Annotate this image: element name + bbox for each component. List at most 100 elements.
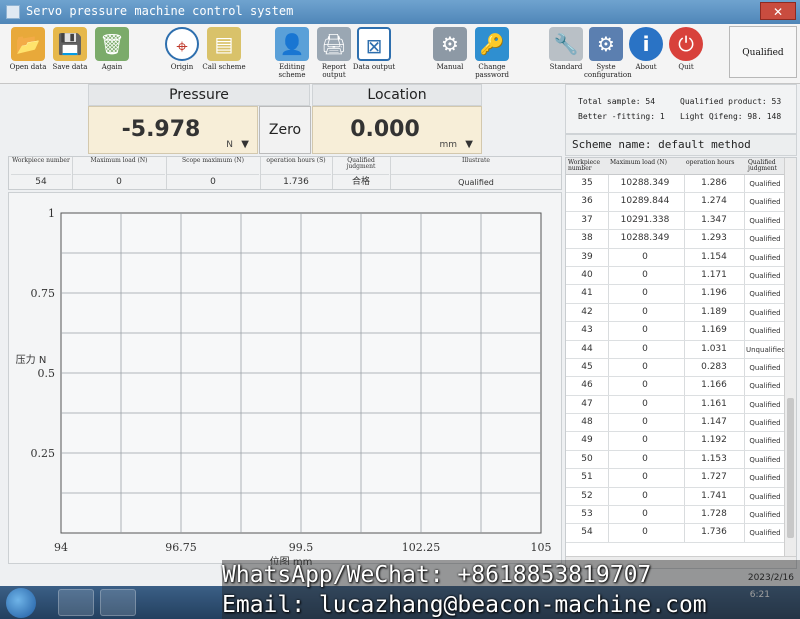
- history-cell: Qualified: [749, 198, 781, 207]
- history-row[interactable]: 37 10291.338 1.347 Qualified: [566, 211, 784, 231]
- again-button[interactable]: 🗑 Again: [90, 26, 134, 82]
- history-row[interactable]: 52 0 1.741 Qualified: [566, 487, 784, 507]
- history-row[interactable]: 39 0 1.154 Qualified: [566, 248, 784, 267]
- history-cell: 0: [642, 435, 648, 446]
- toolbar: 📂 Open data 💾 Save data 🗑 Again ⌖ Origin…: [0, 24, 800, 84]
- taskbar-app-explorer[interactable]: [58, 589, 94, 616]
- summary-panel: Total sample: 54 Qualified product: 53 B…: [565, 84, 797, 134]
- manual-label: Manual: [436, 63, 464, 71]
- history-row[interactable]: 35 10288.349 1.286 Qualified: [566, 175, 784, 194]
- history-row[interactable]: 36 10289.844 1.274 Qualified: [566, 193, 784, 212]
- contact-overlay-text: WhatsApp/WeChat: +8618853819707: [222, 562, 652, 588]
- history-row[interactable]: 50 0 1.153 Qualified: [566, 450, 784, 470]
- history-cell: 43: [581, 325, 593, 336]
- app-window: Servo pressure machine control system ✕ …: [0, 0, 800, 619]
- report-output-button[interactable]: 🖨 Report output: [312, 26, 356, 82]
- history-cell: 1.347: [701, 214, 727, 225]
- history-cell: 1.031: [701, 343, 727, 354]
- history-row[interactable]: 45 0 0.283 Qualified: [566, 358, 784, 378]
- history-cell: 1.171: [701, 269, 727, 280]
- editing-scheme-button[interactable]: 👤 Editing scheme: [270, 26, 314, 82]
- history-row[interactable]: 54 0 1.736 Qualified: [566, 524, 784, 543]
- history-cell: 44: [581, 343, 593, 354]
- system-configuration-button[interactable]: ⚙ Syste configuration: [584, 26, 632, 82]
- email-overlay-text: Email: lucazhang@beacon-machine.com: [222, 592, 707, 618]
- history-cell: Unqualified: [746, 345, 786, 354]
- history-scrollbar[interactable]: [784, 158, 796, 556]
- pressure-unit: N: [226, 140, 233, 150]
- history-cell: 53: [581, 509, 593, 520]
- zero-button[interactable]: Zero: [259, 106, 311, 154]
- scroll-thumb[interactable]: [787, 398, 794, 538]
- history-header: Workpiece number Maximum load (N) operat…: [566, 158, 786, 175]
- user-edit-icon: 👤: [275, 27, 309, 61]
- history-row[interactable]: 47 0 1.161 Qualified: [566, 395, 784, 415]
- history-cell: 10288.349: [620, 178, 670, 188]
- total-sample: Total sample: 54: [578, 97, 656, 106]
- history-cell: 1.293: [701, 233, 727, 244]
- history-row[interactable]: 53 0 1.728 Qualified: [566, 506, 784, 525]
- x-tick-label: 94: [54, 541, 68, 554]
- history-row[interactable]: 49 0 1.192 Qualified: [566, 432, 784, 451]
- history-header-cell: Maximum load (N): [610, 159, 667, 166]
- history-row[interactable]: 51 0 1.727 Qualified: [566, 469, 784, 488]
- meas-cell: 合格: [333, 174, 389, 189]
- call-scheme-button[interactable]: ▤ Call scheme: [202, 26, 246, 82]
- taskbar-app-control-system[interactable]: [100, 589, 136, 616]
- origin-button[interactable]: ⌖ Origin: [160, 26, 204, 82]
- data-output-button[interactable]: ⊠ Data output: [352, 26, 396, 82]
- y-tick-label: 0.5: [38, 367, 56, 380]
- pressure-position-chart: 94 96.75 99.5 102.25 105 0.25 0.5 0.75 1 位图 mm 压力 …: [8, 192, 562, 565]
- history-cell: 0: [642, 472, 648, 483]
- x-tick-label: 96.75: [165, 541, 197, 554]
- x-tick-label: 105: [531, 541, 552, 554]
- history-cell: 50: [581, 453, 593, 464]
- manual-button[interactable]: ⚙ Manual: [428, 26, 472, 82]
- gear-icon: ⚙: [589, 27, 623, 61]
- history-row[interactable]: 40 0 1.171 Qualified: [566, 266, 784, 286]
- start-button[interactable]: [6, 588, 36, 618]
- history-row[interactable]: 41 0 1.196 Qualified: [566, 285, 784, 304]
- history-cell: 41: [581, 288, 593, 299]
- export-icon: ⊠: [357, 27, 391, 61]
- save-icon: 💾: [53, 27, 87, 61]
- wrench-icon: 🔧: [549, 27, 583, 61]
- window-close-button[interactable]: ✕: [760, 2, 796, 20]
- meas-header: Maximum load (N): [90, 157, 148, 164]
- origin-label: Origin: [170, 63, 194, 71]
- history-cell: 10289.844: [620, 196, 670, 207]
- location-unit-dropdown-icon[interactable]: ▼: [465, 139, 473, 150]
- history-cell: 1.189: [701, 306, 727, 317]
- standard-button[interactable]: 🔧 Standard: [544, 26, 588, 82]
- x-tick-label: 99.5: [289, 541, 314, 554]
- open-data-button[interactable]: 📂 Open data: [6, 26, 50, 82]
- change-password-label: Change password: [475, 63, 509, 79]
- history-table: Workpiece number Maximum load (N) operat…: [565, 157, 797, 569]
- key-icon: 🔑: [475, 27, 509, 61]
- history-row[interactable]: 48 0 1.147 Qualified: [566, 414, 784, 433]
- history-cell: Qualified: [749, 235, 781, 244]
- history-cell: Qualified: [749, 419, 781, 428]
- meas-cell: 1.736: [261, 174, 331, 189]
- history-cell: 39: [581, 251, 593, 262]
- history-cell: 54: [581, 527, 593, 538]
- about-button[interactable]: i About: [624, 26, 668, 82]
- pressure-unit-dropdown-icon[interactable]: ▼: [241, 139, 249, 150]
- history-cell: 0.283: [701, 361, 727, 372]
- history-row[interactable]: 43 0 1.169 Qualified: [566, 322, 784, 341]
- save-data-label: Save data: [52, 63, 88, 71]
- change-password-button[interactable]: 🔑 Change password: [470, 26, 514, 82]
- history-row[interactable]: 46 0 1.166 Qualified: [566, 377, 784, 396]
- save-data-button[interactable]: 💾 Save data: [48, 26, 92, 82]
- scheme-name: Scheme name: default method: [565, 134, 797, 156]
- history-row[interactable]: 38 10288.349 1.293 Qualified: [566, 230, 784, 249]
- history-row[interactable]: 44 0 1.031 Unqualified: [566, 340, 786, 359]
- again-label: Again: [101, 63, 123, 71]
- history-cell: 1.153: [701, 453, 727, 464]
- history-cell: Qualified: [749, 474, 781, 483]
- location-readout: 0.000 mm ▼: [312, 106, 482, 154]
- meas-cell: 0: [73, 174, 165, 189]
- history-row[interactable]: 42 0 1.189 Qualified: [566, 303, 784, 323]
- quit-button[interactable]: ⏻ Quit: [664, 26, 708, 82]
- qualified-status-button[interactable]: Qualified: [729, 26, 797, 78]
